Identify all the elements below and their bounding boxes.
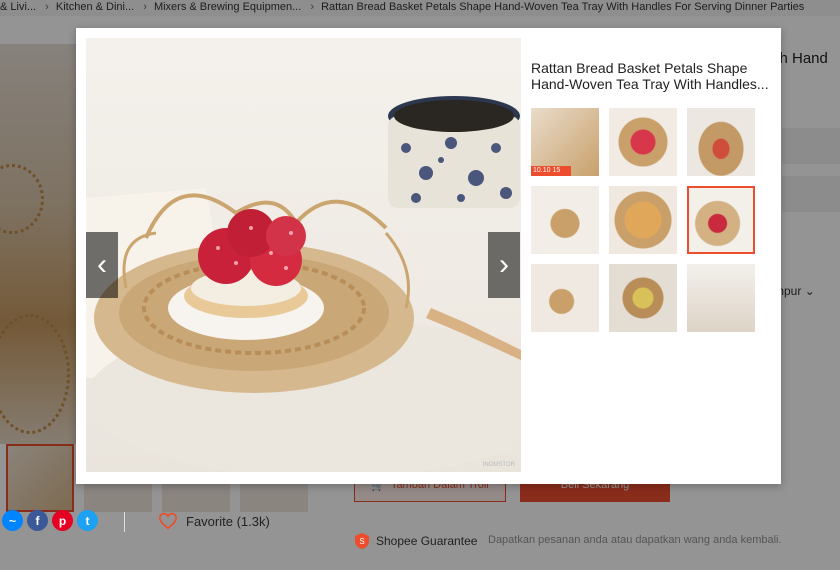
svg-text:S: S <box>359 537 364 546</box>
chevron-left-icon: ‹ <box>97 248 107 281</box>
gallery-thumbnail[interactable] <box>609 264 677 332</box>
guarantee-label: Shopee Guarantee <box>376 534 478 548</box>
gallery-thumbnail[interactable] <box>687 108 755 176</box>
product-photo <box>86 96 521 472</box>
promo-badge: 10.10 15 <box>531 166 571 176</box>
pinterest-icon[interactable]: p <box>52 510 73 531</box>
share-icons: ~ f p t <box>2 510 98 531</box>
gallery-thumbnail[interactable] <box>531 186 599 254</box>
gallery-thumbnail[interactable] <box>687 264 755 332</box>
favorite-label: Favorite (1.3k) <box>186 513 270 529</box>
messenger-icon[interactable]: ~ <box>2 510 23 531</box>
shopee-guarantee: S Shopee Guarantee <box>354 532 477 550</box>
shield-icon: S <box>355 533 369 549</box>
previous-image-button[interactable]: ‹ <box>86 232 118 298</box>
guarantee-description: Dapatkan pesanan anda atau dapatkan wang… <box>488 534 782 546</box>
facebook-icon[interactable]: f <box>27 510 48 531</box>
image-watermark: INOMSTOR <box>482 462 515 468</box>
modal-product-title: Rattan Bread Basket Petals Shape Hand-Wo… <box>531 60 769 92</box>
gallery-thumbnail-selected[interactable] <box>687 186 755 254</box>
chevron-right-icon: › <box>499 248 509 281</box>
gallery-thumbnail[interactable] <box>609 108 677 176</box>
next-image-button[interactable]: › <box>488 232 520 298</box>
gallery-thumbnail[interactable] <box>609 186 677 254</box>
heart-icon <box>158 512 178 530</box>
favorite-button[interactable]: Favorite (1.3k) <box>158 512 270 530</box>
gallery-thumbnail[interactable] <box>531 264 599 332</box>
gallery-main-image[interactable]: ‹ › INOMSTOR <box>86 38 521 472</box>
twitter-icon[interactable]: t <box>77 510 98 531</box>
image-gallery-modal: ‹ › INOMSTOR Rattan Bread Basket Petals … <box>76 28 781 484</box>
divider <box>124 512 125 532</box>
gallery-thumbnail[interactable]: 10.10 15 <box>531 108 599 176</box>
